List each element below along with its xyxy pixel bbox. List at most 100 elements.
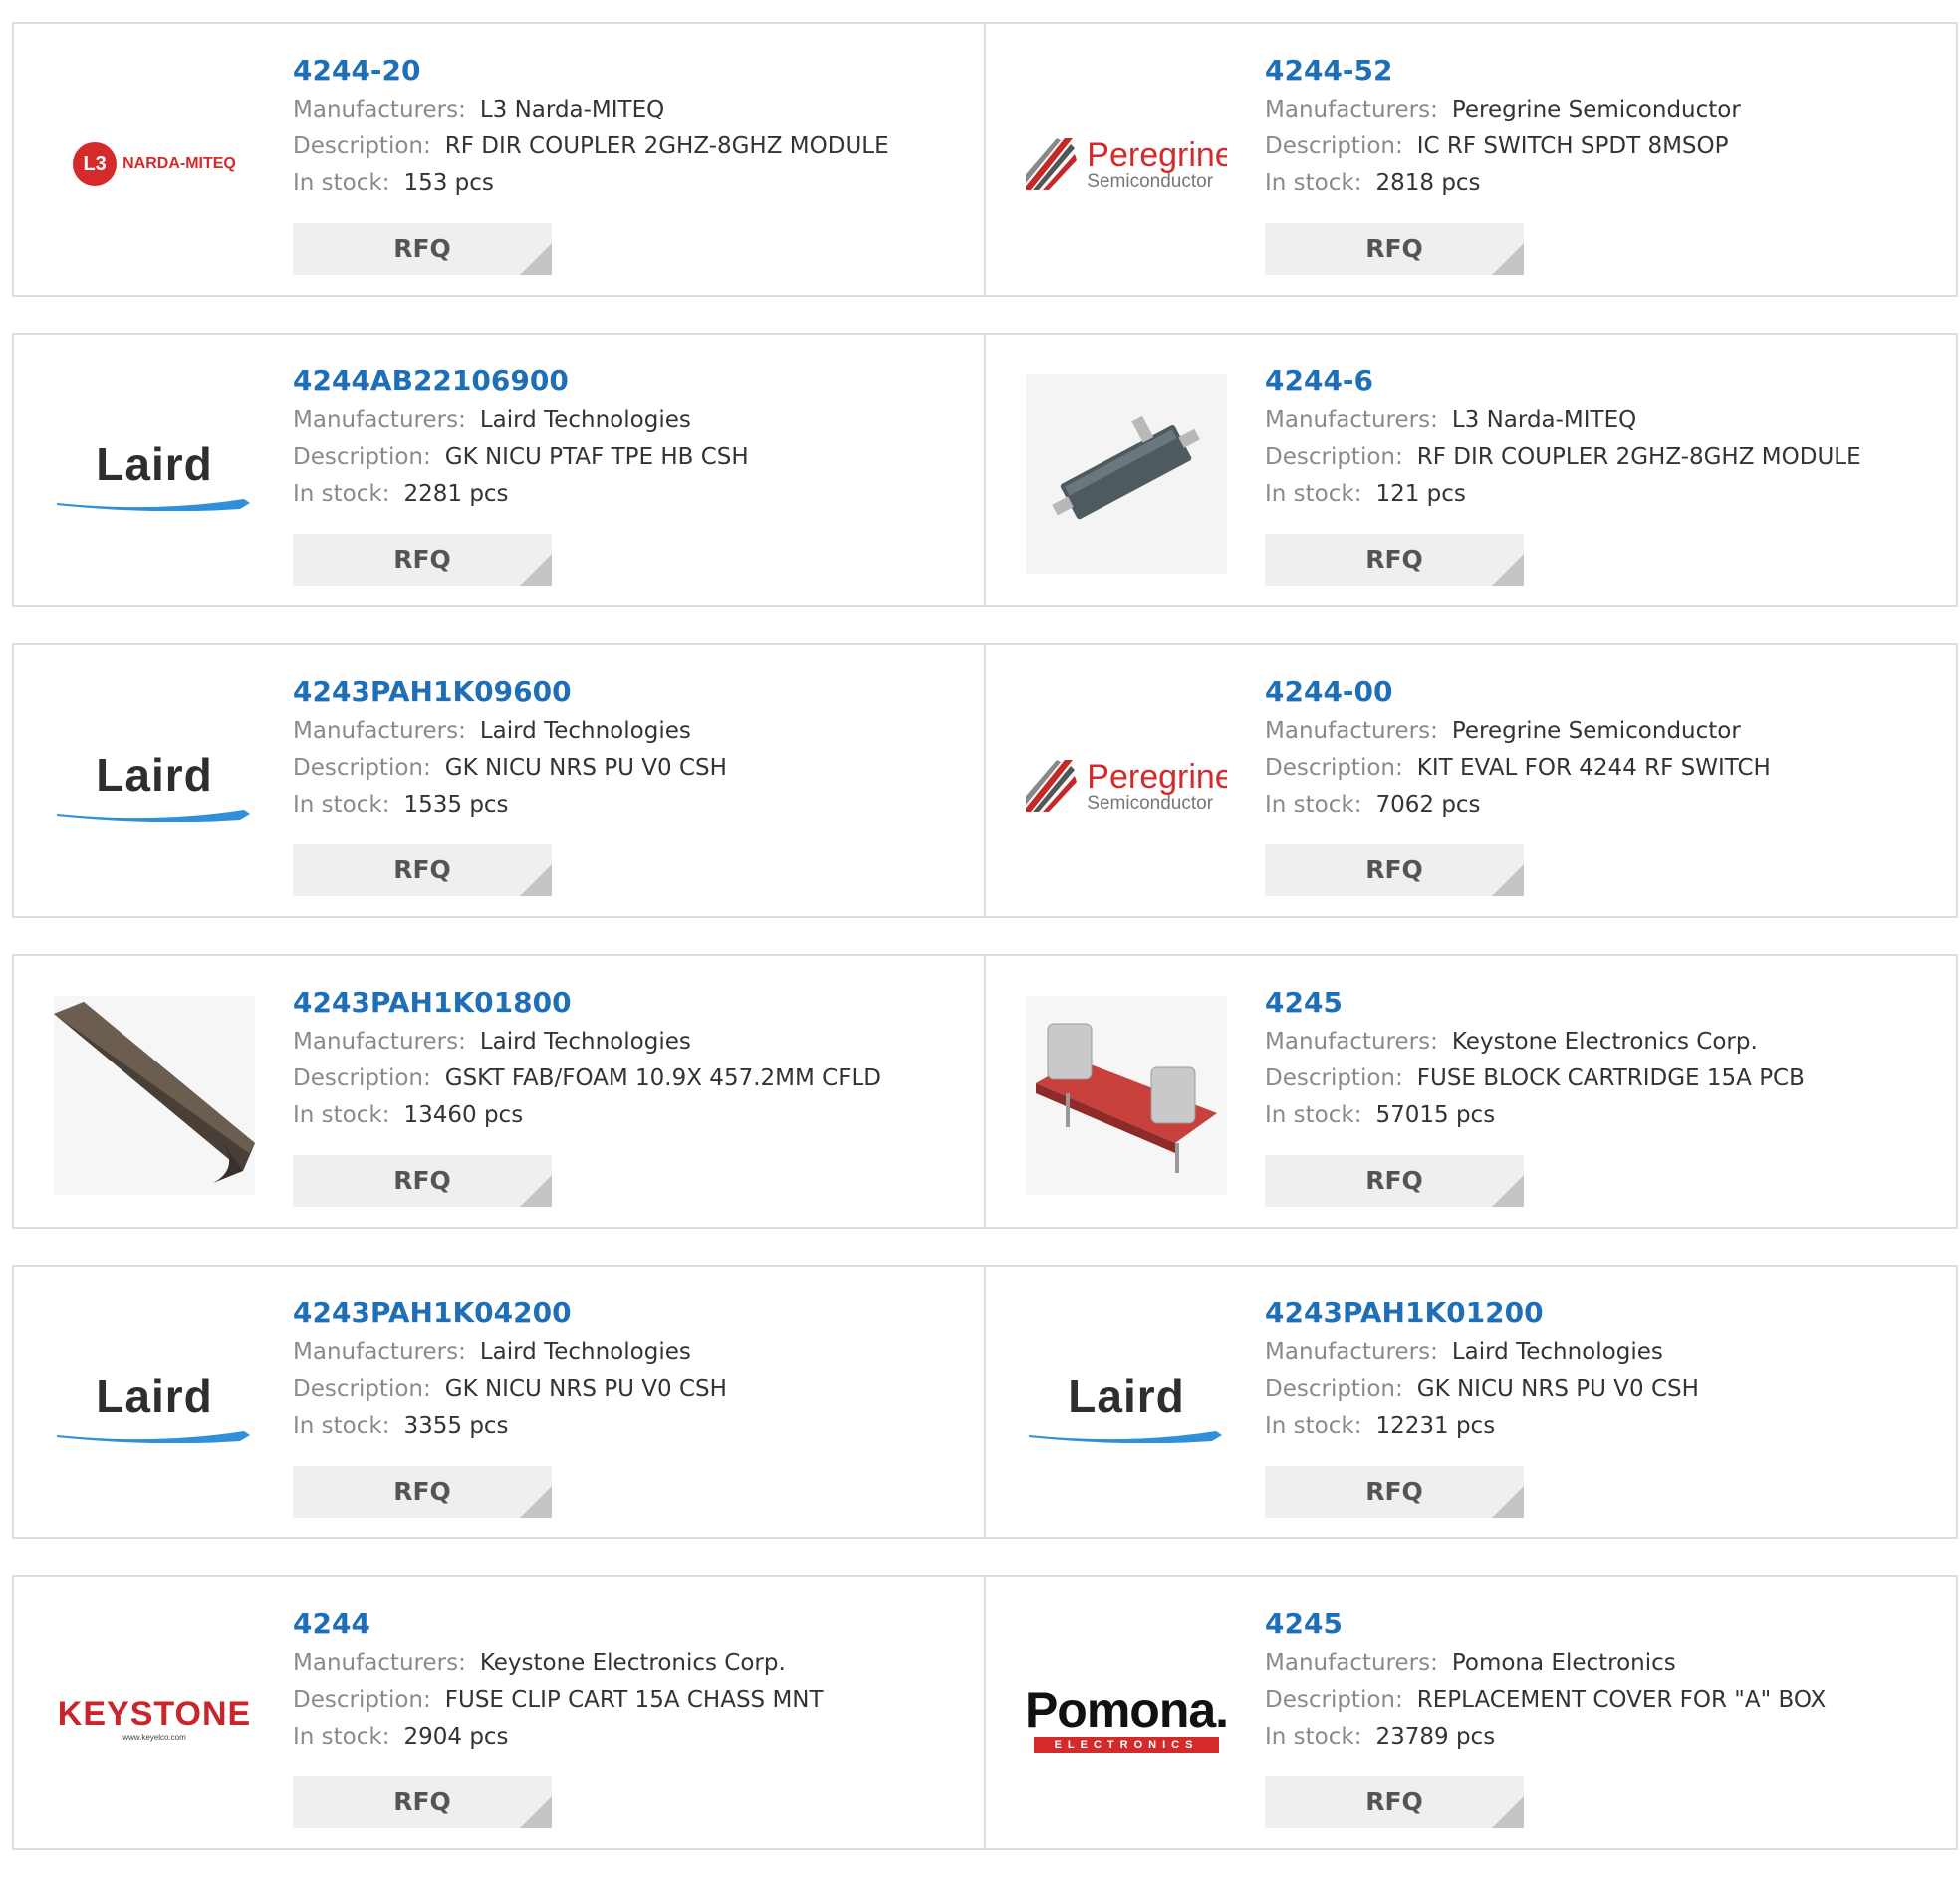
- description-row: Description: GK NICU NRS PU V0 CSH: [1265, 1371, 1936, 1408]
- product-card: 4244-6 Manufacturers: L3 Narda-MITEQ Descri…: [984, 333, 1958, 607]
- product-row: Laird 4243PAH1K09600 Manufacturers: Laird T…: [12, 643, 1960, 918]
- part-number-link[interactable]: 4243PAH1K01800: [293, 984, 964, 1024]
- stock-row: In stock: 3355 pcs: [293, 1408, 964, 1445]
- rfq-button[interactable]: RFQ: [1265, 1466, 1524, 1518]
- part-number-link[interactable]: 4244-20: [293, 52, 964, 92]
- product-image[interactable]: L3 NARDA-MITEQ: [54, 64, 255, 265]
- stock-label: In stock:: [293, 1413, 390, 1439]
- description-value: GK NICU NRS PU V0 CSH: [444, 755, 727, 781]
- laird-logo: Laird: [55, 750, 254, 822]
- manufacturer-value: Pomona Electronics: [1451, 1650, 1676, 1676]
- product-image[interactable]: Laird: [54, 685, 255, 886]
- peregrine-semiconductor-logo: Peregrine Semiconductor: [1026, 134, 1227, 194]
- rfq-label: RFQ: [393, 545, 451, 574]
- manufacturer-row: Manufacturers: Laird Technologies: [293, 402, 964, 439]
- product-card: KEYSTONE www.keyelco.com 4244 Manufacturers…: [12, 1575, 986, 1850]
- description-value: GK NICU NRS PU V0 CSH: [444, 1376, 727, 1402]
- rfq-label: RFQ: [393, 1787, 451, 1816]
- product-image[interactable]: Laird: [54, 1306, 255, 1508]
- part-number-link[interactable]: 4245: [1265, 1605, 1936, 1645]
- part-number-link[interactable]: 4244-52: [1265, 52, 1936, 92]
- product-image[interactable]: Laird: [1026, 1306, 1227, 1508]
- part-number-link[interactable]: 4245: [1265, 984, 1936, 1024]
- product-row: L3 NARDA-MITEQ 4244-20 Manufacturers: L3 Nar…: [12, 22, 1960, 297]
- product-image[interactable]: KEYSTONE www.keyelco.com: [54, 1617, 255, 1818]
- manufacturer-row: Manufacturers: Laird Technologies: [1265, 1334, 1936, 1371]
- description-label: Description:: [293, 133, 431, 159]
- description-label: Description:: [293, 1065, 431, 1091]
- rfq-label: RFQ: [1365, 234, 1423, 263]
- description-row: Description: RF DIR COUPLER 2GHZ-8GHZ MOD…: [293, 128, 964, 165]
- product-image[interactable]: Laird: [54, 374, 255, 576]
- part-number-link[interactable]: 4244AB22106900: [293, 362, 964, 402]
- description-label: Description:: [1265, 133, 1403, 159]
- part-number-link[interactable]: 4243PAH1K01200: [1265, 1295, 1936, 1334]
- part-number-link[interactable]: 4243PAH1K09600: [293, 673, 964, 713]
- stock-row: In stock: 1535 pcs: [293, 787, 964, 824]
- rfq-button[interactable]: RFQ: [293, 844, 552, 896]
- product-image[interactable]: Pomona. ELECTRONICS: [1026, 1617, 1227, 1818]
- description-value: RF DIR COUPLER 2GHZ-8GHZ MODULE: [1416, 444, 1861, 470]
- stock-value: 13460 pcs: [403, 1102, 524, 1128]
- description-value: REPLACEMENT COVER FOR "A" BOX: [1416, 1687, 1827, 1713]
- part-number-link[interactable]: 4244: [293, 1605, 964, 1645]
- manufacturer-label: Manufacturers:: [1265, 1029, 1438, 1055]
- keystone-logo: KEYSTONE www.keyelco.com: [57, 1694, 252, 1742]
- description-label: Description:: [1265, 444, 1403, 470]
- manufacturer-label: Manufacturers:: [293, 1339, 466, 1365]
- rfq-button[interactable]: RFQ: [1265, 1155, 1524, 1207]
- rfq-button[interactable]: RFQ: [293, 1466, 552, 1518]
- rfq-button[interactable]: RFQ: [1265, 1776, 1524, 1828]
- l3-narda-miteq-logo: L3 NARDA-MITEQ: [73, 142, 236, 186]
- manufacturer-row: Manufacturers: Laird Technologies: [293, 1334, 964, 1371]
- part-number-link[interactable]: 4244-00: [1265, 673, 1936, 713]
- rfq-button[interactable]: RFQ: [293, 223, 552, 275]
- stock-value: 2281 pcs: [403, 481, 509, 507]
- description-row: Description: IC RF SWITCH SPDT 8MSOP: [1265, 128, 1936, 165]
- corner-triangle-icon: [1492, 864, 1524, 896]
- rfq-label: RFQ: [393, 1166, 451, 1195]
- rfq-button[interactable]: RFQ: [1265, 534, 1524, 586]
- product-row: 4243PAH1K01800 Manufacturers: Laird Techno…: [12, 954, 1960, 1229]
- product-info: 4244-6 Manufacturers: L3 Narda-MITEQ Descri…: [1265, 362, 1936, 513]
- corner-triangle-icon: [1492, 243, 1524, 275]
- rfq-button[interactable]: RFQ: [293, 1155, 552, 1207]
- manufacturer-value: Laird Technologies: [1451, 1339, 1663, 1365]
- product-info: 4243PAH1K09600 Manufacturers: Laird Techno…: [293, 673, 964, 824]
- rfq-button[interactable]: RFQ: [1265, 223, 1524, 275]
- product-image[interactable]: [1026, 374, 1227, 576]
- product-row: KEYSTONE www.keyelco.com 4244 Manufacturers…: [12, 1575, 1960, 1850]
- rfq-button[interactable]: RFQ: [1265, 844, 1524, 896]
- product-list: L3 NARDA-MITEQ 4244-20 Manufacturers: L3 Nar…: [12, 22, 1960, 1886]
- corner-triangle-icon: [520, 1486, 552, 1518]
- product-card: 4245 Manufacturers: Keystone Electronics C…: [984, 954, 1958, 1229]
- product-card: Peregrine Semiconductor 4244-00 Manufacture…: [984, 643, 1958, 918]
- product-row: Laird 4244AB22106900 Manufacturers: Laird T…: [12, 333, 1960, 607]
- product-image[interactable]: [1026, 996, 1227, 1197]
- stock-label: In stock:: [293, 170, 390, 196]
- description-label: Description:: [1265, 755, 1403, 781]
- rfq-button[interactable]: RFQ: [293, 534, 552, 586]
- product-image[interactable]: [54, 996, 255, 1197]
- manufacturer-row: Manufacturers: L3 Narda-MITEQ: [1265, 402, 1936, 439]
- description-value: KIT EVAL FOR 4244 RF SWITCH: [1416, 755, 1771, 781]
- manufacturer-value: Laird Technologies: [479, 1029, 691, 1055]
- part-number-link[interactable]: 4243PAH1K04200: [293, 1295, 964, 1334]
- product-info: 4244-00 Manufacturers: Peregrine Semicondu…: [1265, 673, 1936, 824]
- product-image[interactable]: Peregrine Semiconductor: [1026, 685, 1227, 886]
- manufacturer-row: Manufacturers: L3 Narda-MITEQ: [293, 92, 964, 128]
- rfq-label: RFQ: [1365, 855, 1423, 884]
- product-image[interactable]: Peregrine Semiconductor: [1026, 64, 1227, 265]
- stock-row: In stock: 13460 pcs: [293, 1097, 964, 1134]
- part-number-link[interactable]: 4244-6: [1265, 362, 1936, 402]
- corner-triangle-icon: [520, 243, 552, 275]
- description-label: Description:: [293, 444, 431, 470]
- product-card: Pomona. ELECTRONICS 4245 Manufacturers: Pomo…: [984, 1575, 1958, 1850]
- description-value: IC RF SWITCH SPDT 8MSOP: [1416, 133, 1729, 159]
- laird-logo: Laird: [55, 1371, 254, 1443]
- rfq-button[interactable]: RFQ: [293, 1776, 552, 1828]
- corner-triangle-icon: [1492, 1796, 1524, 1828]
- description-label: Description:: [293, 1376, 431, 1402]
- stock-label: In stock:: [293, 792, 390, 818]
- product-card: 4243PAH1K01800 Manufacturers: Laird Techno…: [12, 954, 986, 1229]
